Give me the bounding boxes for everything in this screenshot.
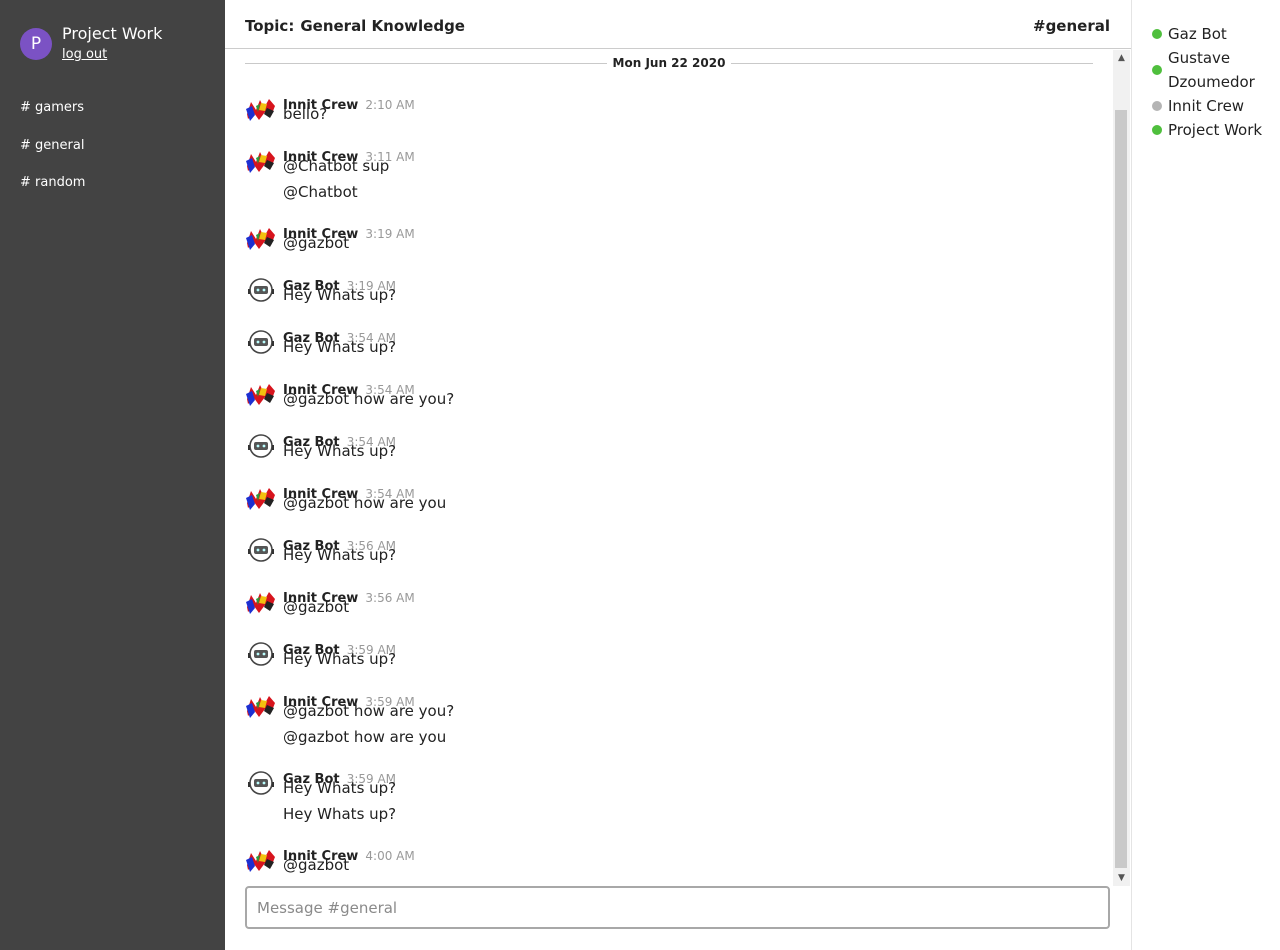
message-text: @gazbot	[283, 234, 350, 252]
message-text: Hey Whats up?	[283, 442, 397, 460]
member-item[interactable]: Project Work	[1152, 118, 1277, 142]
message-text: Hey Whats up?	[283, 286, 397, 304]
sidebar: P Project Work log out # gamers # genera…	[0, 0, 225, 950]
innit-crew-logo-icon	[245, 587, 277, 617]
member-item[interactable]: Innit Crew	[1152, 94, 1277, 118]
member-name: Gustave Dzoumedor	[1168, 49, 1255, 91]
date-divider: Mon Jun 22 2020	[245, 56, 1093, 72]
gaz-bot-robot-icon	[245, 535, 277, 565]
chevron-up-icon[interactable]: ▲	[1113, 50, 1130, 66]
logout-link[interactable]: log out	[62, 47, 162, 62]
scrollbar[interactable]: ▲ ▼	[1113, 50, 1130, 886]
sidebar-item-general[interactable]: # general	[20, 138, 85, 176]
message-text: @gazbot how are you?	[283, 702, 455, 720]
message-text: @gazbot how are you?	[283, 390, 455, 408]
innit-crew-logo-icon	[245, 223, 277, 253]
gaz-bot-robot-icon	[245, 327, 277, 357]
innit-crew-logo-icon	[245, 483, 277, 513]
gaz-bot-robot-icon	[245, 639, 277, 669]
member-list: Gaz Bot Gustave Dzoumedor Innit Crew Projec…	[1152, 22, 1277, 142]
message-input[interactable]	[245, 886, 1110, 929]
member-name: Gaz Bot	[1168, 25, 1227, 43]
scroll-thumb[interactable]	[1115, 110, 1127, 868]
current-channel: #general	[1033, 17, 1110, 35]
message-text: bello?	[283, 105, 328, 123]
topbar: Topic: General Knowledge #general	[225, 0, 1131, 49]
message-time: 3:56 AM	[365, 591, 415, 605]
innit-crew-logo-icon	[245, 146, 277, 176]
member-name: Innit Crew	[1168, 97, 1245, 115]
main-panel: Topic: General Knowledge #general Mon Jun…	[225, 0, 1131, 950]
member-item[interactable]: Gaz Bot	[1152, 22, 1277, 46]
message-text: @gazbot how are you	[283, 728, 447, 746]
gaz-bot-robot-icon	[245, 768, 277, 798]
topic-value: General Knowledge	[300, 17, 465, 35]
message-text: Hey Whats up?	[283, 805, 397, 823]
message-text: Hey Whats up?	[283, 779, 397, 797]
status-dot-icon	[1152, 29, 1162, 39]
innit-crew-logo-icon	[245, 845, 277, 875]
message-text: @gazbot how are you	[283, 494, 447, 512]
status-dot-icon	[1152, 65, 1162, 75]
user-info: Project Work log out	[62, 23, 162, 62]
avatar: P	[20, 28, 52, 60]
message-text: @Chatbot	[283, 183, 358, 201]
member-item[interactable]: Gustave Dzoumedor	[1152, 46, 1277, 94]
member-panel: Gaz Bot Gustave Dzoumedor Innit Crew Projec…	[1131, 0, 1280, 950]
user-block: P Project Work log out	[20, 24, 162, 62]
topic-label: Topic:	[245, 17, 295, 35]
date-label: Mon Jun 22 2020	[612, 56, 726, 70]
message-text: @gazbot	[283, 856, 350, 874]
status-dot-icon	[1152, 101, 1162, 111]
message-time: 2:10 AM	[365, 98, 415, 112]
topic: Topic: General Knowledge	[245, 17, 465, 35]
message-text: @Chatbot sup	[283, 157, 390, 175]
chevron-down-icon[interactable]: ▼	[1113, 870, 1130, 886]
message-list: Mon Jun 22 2020 Innit Crew 2:10 AM bello?…	[225, 50, 1113, 885]
sidebar-item-gamers[interactable]: # gamers	[20, 100, 85, 138]
channel-list: # gamers # general # random	[20, 100, 85, 213]
gaz-bot-robot-icon	[245, 275, 277, 305]
status-dot-icon	[1152, 125, 1162, 135]
message-text: @gazbot	[283, 598, 350, 616]
gaz-bot-robot-icon	[245, 431, 277, 461]
user-name: Project Work	[62, 24, 163, 43]
innit-crew-logo-icon	[245, 691, 277, 721]
message-time: 3:19 AM	[365, 227, 415, 241]
message-time: 4:00 AM	[365, 849, 415, 863]
member-name: Project Work	[1168, 121, 1263, 139]
innit-crew-logo-icon	[245, 379, 277, 409]
message-text: Hey Whats up?	[283, 650, 397, 668]
innit-crew-logo-icon	[245, 94, 277, 124]
message-text: Hey Whats up?	[283, 338, 397, 356]
sidebar-item-random[interactable]: # random	[20, 175, 85, 213]
message-text: Hey Whats up?	[283, 546, 397, 564]
